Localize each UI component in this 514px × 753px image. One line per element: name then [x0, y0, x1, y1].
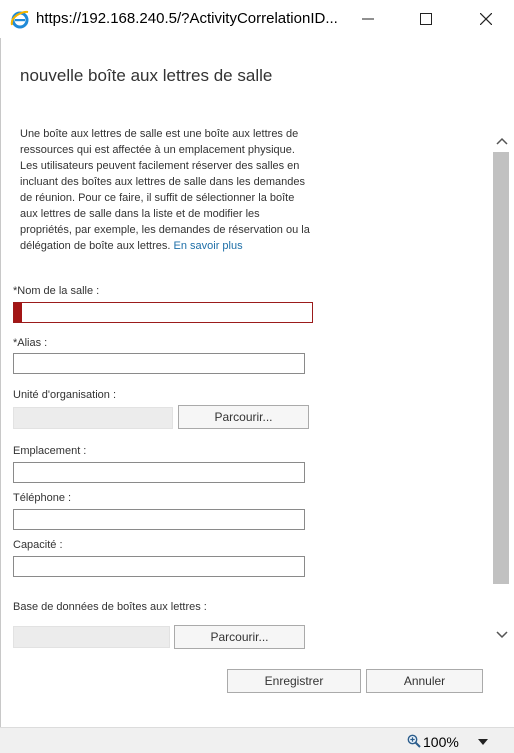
close-icon	[480, 13, 492, 25]
org-unit-label: Unité d'organisation :	[13, 389, 116, 401]
database-input	[13, 626, 170, 648]
close-button[interactable]	[466, 6, 506, 32]
chevron-up-icon	[496, 137, 508, 145]
zoom-icon[interactable]	[407, 734, 421, 748]
scroll-down-button[interactable]	[494, 627, 510, 643]
database-browse-button[interactable]: Parcourir...	[174, 625, 305, 649]
location-label: Emplacement :	[13, 445, 87, 457]
cancel-button[interactable]: Annuler	[366, 669, 483, 693]
capacity-label: Capacité :	[13, 539, 63, 551]
phone-label: Téléphone :	[13, 492, 72, 504]
minimize-button[interactable]	[348, 6, 388, 32]
save-button[interactable]: Enregistrer	[227, 669, 361, 693]
capacity-input[interactable]	[13, 556, 305, 577]
dialog-description: Une boîte aux lettres de salle est une b…	[20, 126, 310, 254]
description-text: Une boîte aux lettres de salle est une b…	[20, 128, 310, 252]
alias-label: *Alias :	[13, 337, 48, 349]
learn-more-link[interactable]: En savoir plus	[174, 240, 243, 252]
maximize-button[interactable]	[406, 6, 446, 32]
phone-input[interactable]	[13, 509, 305, 530]
room-name-input[interactable]	[13, 302, 313, 323]
org-unit-browse-button[interactable]: Parcourir...	[178, 405, 309, 429]
minimize-icon	[362, 18, 374, 20]
window-url: https://192.168.240.5/?ActivityCorrelati…	[36, 10, 338, 27]
window-border	[0, 38, 1, 728]
database-label: Base de données de boîtes aux lettres :	[13, 601, 207, 613]
error-indicator	[14, 303, 22, 322]
dialog-title: nouvelle boîte aux lettres de salle	[20, 66, 273, 85]
scrollbar-thumb[interactable]	[493, 152, 509, 584]
maximize-icon	[420, 13, 432, 25]
zoom-dropdown-icon[interactable]	[478, 739, 488, 745]
scroll-up-button[interactable]	[494, 133, 510, 149]
zoom-level[interactable]: 100%	[423, 734, 459, 750]
internet-explorer-icon	[10, 10, 29, 29]
room-name-label: *Nom de la salle :	[13, 285, 100, 297]
location-input[interactable]	[13, 462, 305, 483]
browser-title-bar: https://192.168.240.5/?ActivityCorrelati…	[0, 0, 514, 38]
alias-input[interactable]	[13, 353, 305, 374]
org-unit-input	[13, 407, 173, 429]
chevron-down-icon	[496, 631, 508, 639]
